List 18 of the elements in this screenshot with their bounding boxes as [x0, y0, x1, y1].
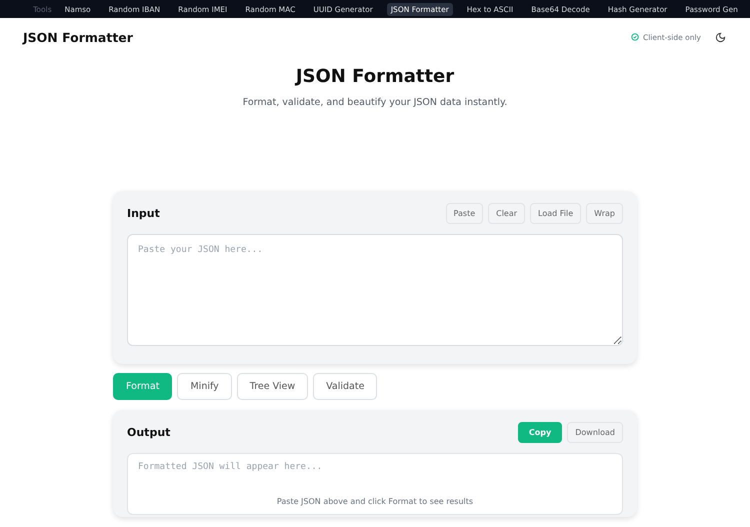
output-field[interactable]: Formatted JSON will appear here... Paste JSON above and click Format to see results [127, 453, 623, 515]
toolbar-button[interactable]: Paste [446, 203, 484, 224]
toolbar-button[interactable]: Clear [488, 203, 526, 224]
moon-icon[interactable] [715, 32, 726, 42]
page-subtitle: Format, validate, and beautify your JSON data instantly. [242, 97, 508, 108]
empty-state-hint: Paste JSON above and click Format to see results [276, 497, 474, 506]
page-heading: JSON Formatter [296, 66, 454, 87]
site-title: JSON Formatter [23, 30, 133, 44]
output-placeholder: Formatted JSON will appear here... [138, 462, 324, 472]
card-title: Input [127, 207, 160, 220]
toolbar-button[interactable]: Load File [530, 203, 582, 224]
mode-button[interactable]: Validate [313, 373, 378, 400]
mode-button[interactable]: Minify [177, 373, 232, 400]
card-title: Output [127, 426, 170, 439]
toolbar-button[interactable]: Wrap [586, 203, 623, 224]
mode-button[interactable]: Tree View [236, 373, 308, 400]
toolbar-button[interactable]: Download [567, 422, 623, 443]
json-input-field[interactable]: Paste your JSON here... [127, 234, 623, 346]
